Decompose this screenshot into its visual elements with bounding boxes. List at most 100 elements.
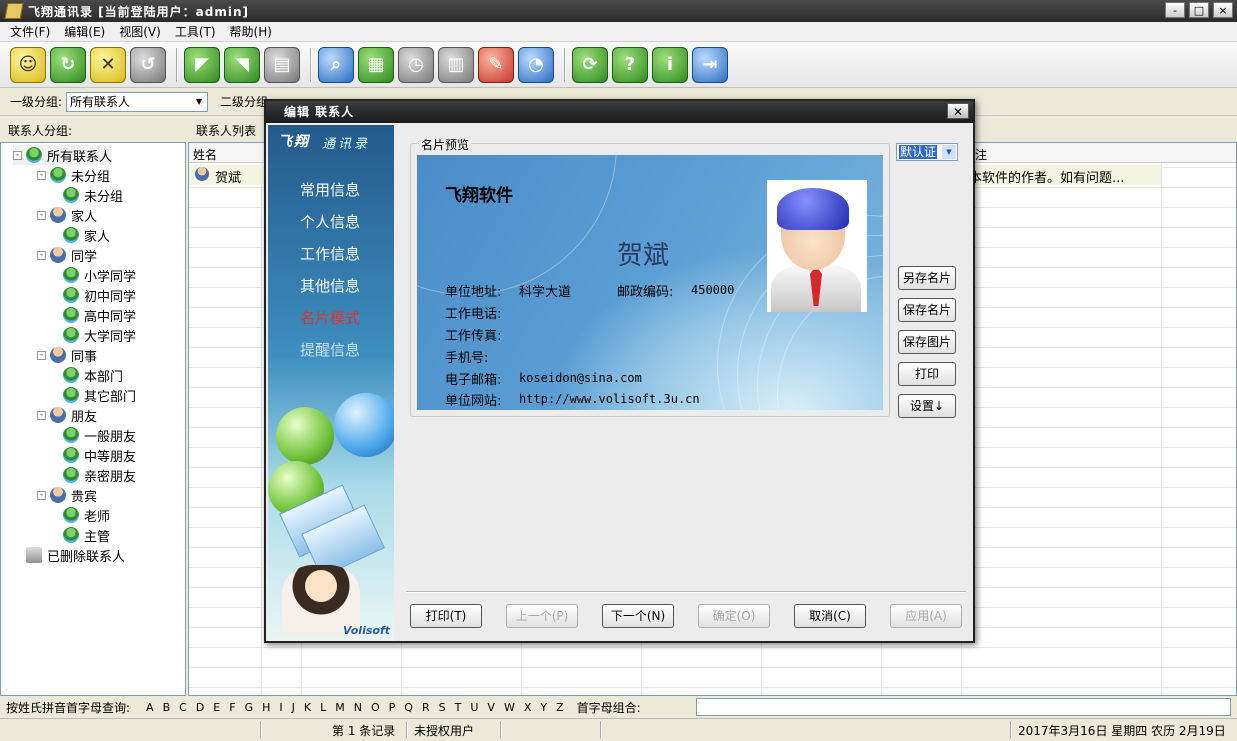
tree-item[interactable]: 家人 xyxy=(63,225,110,245)
collapse-toggle-icon[interactable]: - xyxy=(37,210,46,220)
alpha-letter-v[interactable]: V xyxy=(487,701,495,714)
alpha-letter-p[interactable]: P xyxy=(389,701,396,714)
alpha-letter-s[interactable]: S xyxy=(439,701,446,714)
dialog-close-icon[interactable]: ✕ xyxy=(947,103,969,119)
alpha-letter-g[interactable]: G xyxy=(245,701,254,714)
alpha-letter-k[interactable]: K xyxy=(304,701,311,714)
refresh-icon[interactable]: ↻ xyxy=(50,46,86,83)
tree-item[interactable]: 一般朋友 xyxy=(63,425,136,445)
menu-file[interactable]: 文件(F) xyxy=(10,23,50,40)
tree-item[interactable]: 初中同学 xyxy=(63,285,136,305)
alpha-letter-z[interactable]: Z xyxy=(556,701,564,714)
cancel-button[interactable]: 取消(C) xyxy=(794,604,866,628)
alpha-letter-q[interactable]: Q xyxy=(404,701,413,714)
save-as-card-button[interactable]: 另存名片 xyxy=(898,266,956,290)
alpha-letter-u[interactable]: U xyxy=(470,701,478,714)
help-icon[interactable]: ? xyxy=(612,46,648,83)
tree-item[interactable]: 小学同学 xyxy=(63,265,136,285)
print-card-button[interactable]: 打印 xyxy=(898,362,956,386)
tree-item[interactable]: - 同学 xyxy=(37,245,97,265)
alpha-letter-c[interactable]: C xyxy=(179,701,187,714)
settings-button[interactable]: 设置↓ xyxy=(898,394,956,418)
exit-icon[interactable]: ⇥ xyxy=(692,46,728,83)
menu-view[interactable]: 视图(V) xyxy=(119,23,161,40)
card-template-select[interactable]: 默认证 ▼ xyxy=(896,143,958,161)
tree-item[interactable]: 已删除联系人 xyxy=(13,545,125,565)
print-button[interactable]: 打印(T) xyxy=(410,604,482,628)
printer-icon[interactable]: ▥ xyxy=(438,46,474,83)
search-icon[interactable]: ⌕ xyxy=(318,46,354,83)
header-name[interactable]: 姓名 xyxy=(193,146,217,163)
alpha-letter-o[interactable]: O xyxy=(371,701,380,714)
next-button[interactable]: 下一个(N) xyxy=(602,604,674,628)
previous-button[interactable]: 上一个(P) xyxy=(506,604,578,628)
tree-item[interactable]: - 所有联系人 xyxy=(13,145,113,165)
tree-item[interactable]: - 同事 xyxy=(37,345,97,365)
delete-contact-icon[interactable]: ✕ xyxy=(90,46,126,83)
tree-item[interactable]: 未分组 xyxy=(63,185,123,205)
nav-personal-info[interactable]: 个人信息 xyxy=(300,211,360,232)
new-contact-icon[interactable]: ☺ xyxy=(10,46,46,83)
alpha-letter-b[interactable]: B xyxy=(163,701,171,714)
group1-select[interactable]: 所有联系人 ▼ xyxy=(66,91,209,112)
notebook-icon[interactable]: ✎ xyxy=(478,46,514,83)
nav-common-info[interactable]: 常用信息 xyxy=(300,179,360,200)
alpha-letter-y[interactable]: Y xyxy=(540,701,547,714)
alpha-letter-f[interactable]: F xyxy=(229,701,235,714)
save-image-button[interactable]: 保存图片 xyxy=(898,330,956,354)
alpha-letter-e[interactable]: E xyxy=(213,701,220,714)
alpha-letter-m[interactable]: M xyxy=(335,701,345,714)
collapse-toggle-icon[interactable]: - xyxy=(37,170,46,180)
tree-item[interactable]: 主管 xyxy=(63,525,110,545)
close-button[interactable]: × xyxy=(1213,2,1233,18)
initials-combo-input[interactable] xyxy=(696,698,1231,716)
alpha-letter-j[interactable]: J xyxy=(292,701,295,714)
tree-item[interactable]: - 未分组 xyxy=(37,165,110,185)
alpha-letter-i[interactable]: I xyxy=(279,701,282,714)
alpha-letter-a[interactable]: A xyxy=(146,701,154,714)
import-icon[interactable]: ◤ xyxy=(184,46,220,83)
tree-item[interactable]: 本部门 xyxy=(63,365,123,385)
alpha-letter-w[interactable]: W xyxy=(504,701,515,714)
info-icon[interactable]: i xyxy=(652,46,688,83)
ok-button[interactable]: 确定(O) xyxy=(698,604,770,628)
nav-reminder-info[interactable]: 提醒信息 xyxy=(300,339,360,360)
alpha-letter-h[interactable]: H xyxy=(262,701,270,714)
update-icon[interactable]: ⟳ xyxy=(572,46,608,83)
tree-item[interactable]: - 家人 xyxy=(37,205,97,225)
print-icon[interactable]: ▤ xyxy=(264,46,300,83)
collapse-toggle-icon[interactable]: - xyxy=(37,250,46,260)
tree-item[interactable]: - 贵宾 xyxy=(37,485,97,505)
tree-item[interactable]: 大学同学 xyxy=(63,325,136,345)
collapse-toggle-icon[interactable]: - xyxy=(13,150,22,160)
alpha-letter-x[interactable]: X xyxy=(524,701,532,714)
tree-item[interactable]: - 朋友 xyxy=(37,405,97,425)
minimize-button[interactable]: - xyxy=(1165,2,1185,18)
save-card-button[interactable]: 保存名片 xyxy=(898,298,956,322)
calendar-icon[interactable]: ▦ xyxy=(358,46,394,83)
apply-button[interactable]: 应用(A) xyxy=(890,604,962,628)
restore-icon[interactable]: ↺ xyxy=(130,46,166,83)
collapse-toggle-icon[interactable]: - xyxy=(37,490,46,500)
tree-item[interactable]: 其它部门 xyxy=(63,385,136,405)
header-note[interactable]: 注 xyxy=(975,146,987,163)
contact-photo[interactable] xyxy=(767,180,867,312)
collapse-toggle-icon[interactable]: - xyxy=(37,410,46,420)
alpha-letter-r[interactable]: R xyxy=(422,701,430,714)
alpha-letter-l[interactable]: L xyxy=(320,701,326,714)
pie-chart-icon[interactable]: ◔ xyxy=(518,46,554,83)
tree-item[interactable]: 高中同学 xyxy=(63,305,136,325)
nav-card-mode[interactable]: 名片模式 xyxy=(300,307,360,328)
tree-item[interactable]: 老师 xyxy=(63,505,110,525)
tree-item[interactable]: 亲密朋友 xyxy=(63,465,136,485)
menu-tools[interactable]: 工具(T) xyxy=(175,23,216,40)
menu-edit[interactable]: 编辑(E) xyxy=(64,23,105,40)
alpha-letter-d[interactable]: D xyxy=(196,701,204,714)
collapse-toggle-icon[interactable]: - xyxy=(37,350,46,360)
clock-icon[interactable]: ◷ xyxy=(398,46,434,83)
menu-help[interactable]: 帮助(H) xyxy=(230,23,272,40)
export-icon[interactable]: ◥ xyxy=(224,46,260,83)
maximize-button[interactable]: □ xyxy=(1189,2,1209,18)
nav-work-info[interactable]: 工作信息 xyxy=(300,243,360,264)
alpha-letter-t[interactable]: T xyxy=(455,701,462,714)
